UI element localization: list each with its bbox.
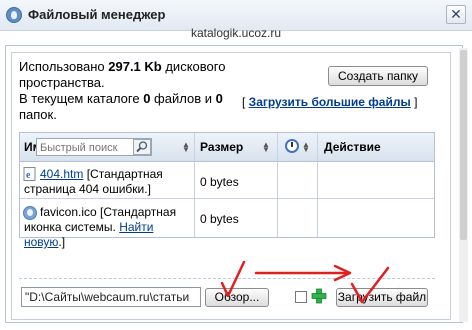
storage-info: Использовано 297.1 Kb дискового простран… — [19, 59, 259, 123]
close-button[interactable]: ✕ — [446, 5, 466, 24]
date-clock-icon — [285, 139, 299, 153]
search-icon[interactable] — [133, 139, 151, 155]
dir-prefix: В текущем каталоге — [19, 91, 144, 106]
column-size-header[interactable]: Размер — [200, 133, 243, 161]
upload-separator — [19, 278, 435, 279]
column-divider — [194, 133, 195, 237]
file-link-404[interactable]: 404.htm — [40, 167, 83, 181]
used-amount: 297.1 Kb — [108, 59, 162, 74]
row-divider — [20, 198, 434, 199]
sort-name-icon[interactable]: ▲ ▼ — [182, 141, 190, 154]
file-size: 0 bytes — [200, 175, 239, 189]
browse-button[interactable]: Обзор... — [205, 288, 269, 307]
multi-upload-checkbox[interactable] — [295, 291, 307, 303]
window-title: Файловый менеджер — [28, 7, 166, 22]
bracket-close: ] — [410, 95, 418, 109]
upload-large-files-link[interactable]: Загрузить большие файлы — [249, 95, 411, 109]
file-size: 0 bytes — [200, 212, 239, 226]
folders-suffix: папок. — [19, 107, 57, 122]
used-prefix: Использовано — [19, 59, 109, 74]
sort-size-icon[interactable]: ▲ ▼ — [262, 141, 270, 154]
column-divider — [317, 133, 318, 237]
scrollbar-thumb[interactable] — [460, 50, 467, 240]
column-action-header: Действие — [324, 140, 381, 154]
add-field-icon[interactable] — [311, 288, 327, 304]
file-name-cell: favicon.ico [Стандартная иконка системы.… — [24, 205, 194, 250]
sort-date-icon[interactable]: ▲ ▼ — [302, 141, 310, 154]
column-divider — [277, 133, 278, 237]
create-folder-button[interactable]: Создать папку — [328, 66, 428, 86]
site-url: katalogik.ucoz.ru — [190, 26, 282, 40]
upload-file-button[interactable]: Загрузить файл — [336, 288, 428, 307]
upload-large-files: [ Загрузить большие файлы ] — [242, 95, 417, 109]
file-name-cell: 404.htm [Стандартная страница 404 ошибки… — [24, 167, 194, 197]
file-description-end: .] — [58, 235, 66, 249]
bracket-open: [ — [242, 95, 249, 109]
app-icon — [6, 7, 22, 23]
file-name-favicon: favicon.ico — [40, 205, 97, 219]
upload-path-field[interactable] — [21, 287, 201, 307]
files-mid: файлов и — [150, 91, 216, 106]
folders-count: 0 — [215, 91, 223, 106]
